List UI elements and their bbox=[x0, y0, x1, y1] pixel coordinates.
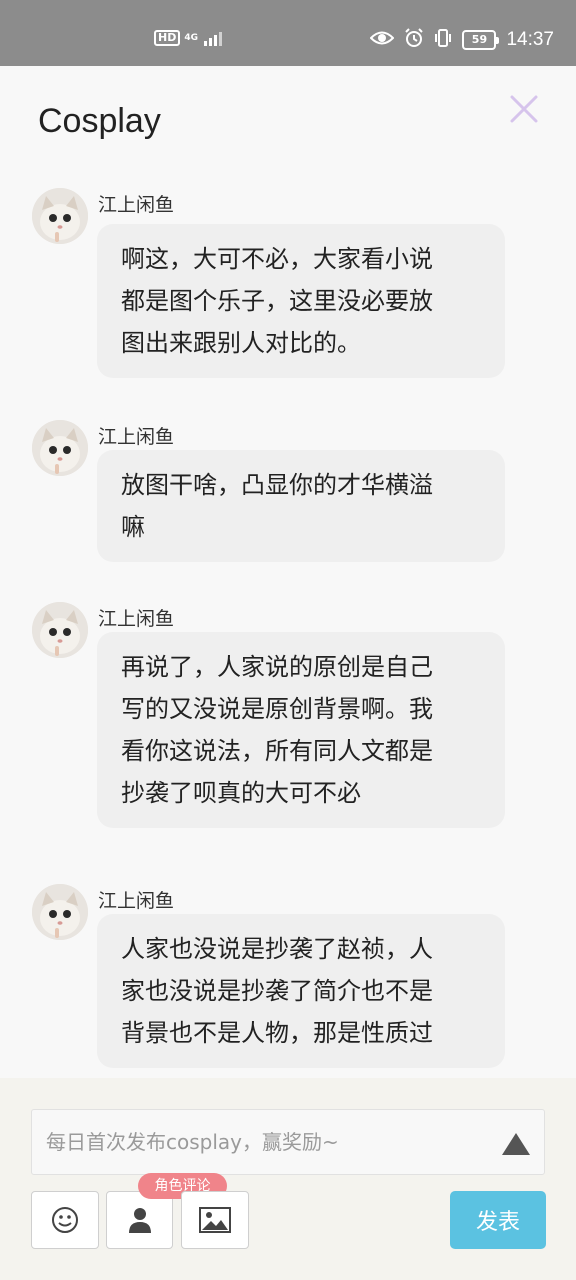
comment-bubble[interactable]: 人家也没说是抄袭了赵祯，人 家也没说是抄袭了简介也不是 背景也不是人物，那是性质… bbox=[97, 914, 505, 1068]
comment-text-line: 家也没说是抄袭了简介也不是 bbox=[121, 977, 433, 1005]
alarm-icon bbox=[404, 28, 424, 52]
vibrate-icon bbox=[434, 28, 452, 52]
cat-avatar-icon bbox=[32, 884, 88, 940]
comment-text-line: 写的又没说是原创背景啊。我 bbox=[121, 695, 433, 723]
clock: 14:37 bbox=[506, 29, 554, 50]
status-bar: HD 4G 59 14:37 bbox=[0, 0, 576, 66]
emoji-button[interactable] bbox=[31, 1191, 99, 1249]
eye-icon bbox=[370, 30, 395, 50]
smiley-icon bbox=[52, 1207, 78, 1233]
image-button[interactable] bbox=[181, 1191, 249, 1249]
username: 江上闲鱼 bbox=[98, 608, 175, 630]
avatar[interactable] bbox=[32, 420, 88, 476]
comment-text-line: 都是图个乐子，这里没必要放 bbox=[121, 287, 433, 315]
comment-input[interactable] bbox=[46, 1110, 486, 1174]
signal-icon bbox=[204, 30, 222, 46]
comment-composer: 角色评论 发表 bbox=[0, 1078, 576, 1280]
comment-text-line: 人家也没说是抄袭了赵祯，人 bbox=[121, 935, 433, 963]
hd-icon: HD bbox=[154, 30, 181, 46]
battery-icon: 59 bbox=[462, 30, 500, 50]
comment-text-line: 抄袭了呗真的大可不必 bbox=[121, 779, 361, 807]
username: 江上闲鱼 bbox=[98, 194, 175, 216]
comment-bubble[interactable]: 啊这，大可不必，大家看小说 都是图个乐子，这里没必要放 图出来跟别人对比的。 bbox=[97, 224, 505, 378]
username: 江上闲鱼 bbox=[98, 426, 175, 448]
publish-button[interactable]: 发表 bbox=[450, 1191, 546, 1249]
avatar[interactable] bbox=[32, 188, 88, 244]
cat-avatar-icon bbox=[32, 602, 88, 658]
comment-list[interactable]: 江上闲鱼 啊这，大可不必，大家看小说 都是图个乐子，这里没必要放 图出来跟别人对… bbox=[0, 176, 576, 1080]
comment-bubble[interactable]: 放图干啥，凸显你的才华横溢 嘛 bbox=[97, 450, 505, 562]
comment-input-box[interactable] bbox=[31, 1109, 545, 1175]
close-button[interactable] bbox=[507, 92, 541, 126]
page-title: Cosplay bbox=[38, 102, 161, 140]
expand-button[interactable] bbox=[501, 1132, 531, 1156]
comment-text-line: 放图干啥，凸显你的才华横溢 bbox=[121, 471, 433, 499]
comment-text-line: 啊这，大可不必，大家看小说 bbox=[121, 245, 433, 273]
role-comment-button[interactable] bbox=[106, 1191, 173, 1249]
avatar[interactable] bbox=[32, 602, 88, 658]
comment-text-line: 嘛 bbox=[121, 513, 145, 541]
comment-bubble[interactable]: 再说了，人家说的原创是自己 写的又没说是原创背景啊。我 看你这说法，所有同人文都… bbox=[97, 632, 505, 828]
username: 江上闲鱼 bbox=[98, 890, 175, 912]
comment-text-line: 图出来跟别人对比的。 bbox=[121, 329, 361, 357]
triangle-up-icon bbox=[502, 1133, 530, 1155]
status-left: HD 4G bbox=[154, 30, 222, 46]
comment-text-line: 再说了，人家说的原创是自己 bbox=[121, 653, 433, 681]
cat-avatar-icon bbox=[32, 188, 88, 244]
comment-text-line: 看你这说法，所有同人文都是 bbox=[121, 737, 433, 765]
comment-text-line: 背景也不是人物，那是性质过 bbox=[121, 1019, 433, 1047]
cat-avatar-icon bbox=[32, 420, 88, 476]
avatar[interactable] bbox=[32, 884, 88, 940]
status-right: 59 14:37 bbox=[370, 28, 554, 52]
header: Cosplay bbox=[0, 66, 576, 176]
network-label: 4G bbox=[184, 32, 198, 43]
person-icon bbox=[128, 1208, 151, 1233]
close-icon bbox=[510, 95, 538, 123]
image-icon bbox=[199, 1207, 231, 1233]
